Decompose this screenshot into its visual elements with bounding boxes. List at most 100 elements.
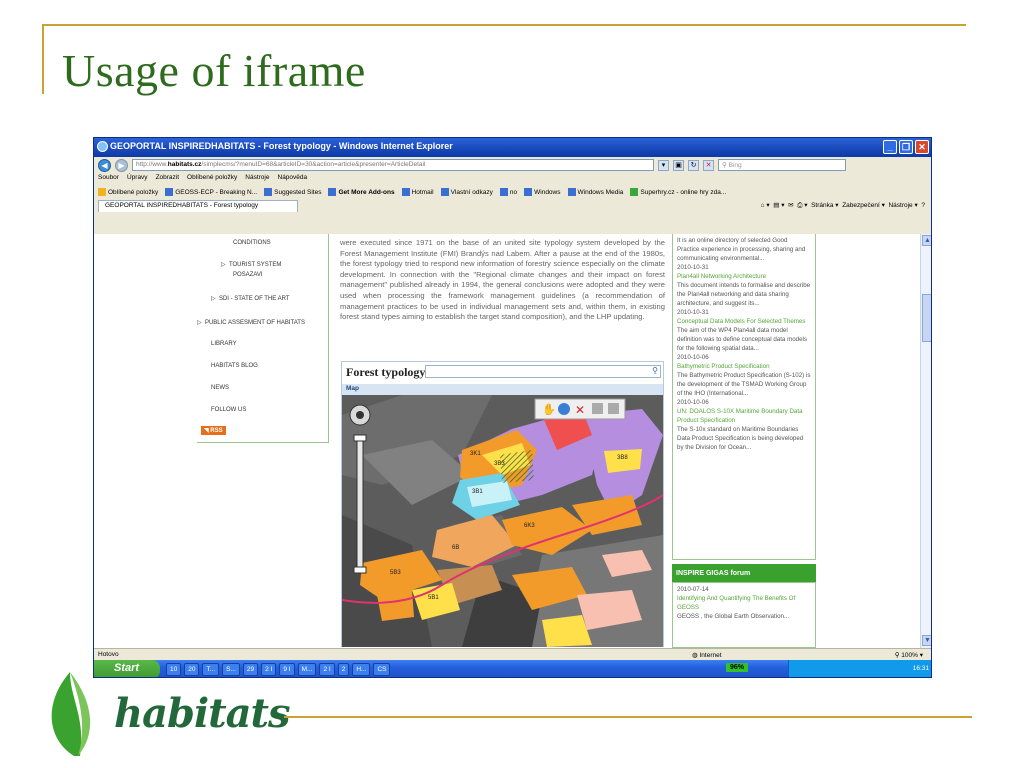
- map-search-input[interactable]: ⚲: [425, 365, 661, 378]
- command-tools[interactable]: Nástroje: [888, 202, 912, 209]
- nav-item[interactable]: ▷ TOURIST SYSTEM: [221, 261, 281, 268]
- news-text: This document intends to formalise and d…: [677, 282, 811, 307]
- search-icon: ⚲: [722, 162, 729, 169]
- page-viewport: CONDITIONS ▷ TOURIST SYSTEM POSAZAVI ▷ S…: [94, 234, 931, 648]
- rss-button[interactable]: ◥ RSS: [201, 426, 226, 435]
- map-polygon-label: 5B3: [390, 570, 401, 576]
- scroll-thumb[interactable]: [922, 294, 931, 342]
- search-input[interactable]: ⚲ Bing: [718, 159, 846, 171]
- scroll-up-icon[interactable]: ▲: [922, 235, 931, 246]
- map-label: Map: [342, 384, 663, 395]
- maximize-button[interactable]: ❐: [899, 140, 913, 154]
- taskbar-button[interactable]: H...: [352, 663, 371, 676]
- map-polygon-label: 3B3: [494, 461, 505, 467]
- taskbar-button[interactable]: 2: [337, 663, 350, 676]
- forum-header: INSPIRE GIGAS forum: [672, 564, 816, 582]
- favorite-item[interactable]: Get More Add-ons: [328, 188, 395, 196]
- menu-bar: Soubor Úpravy Zobrazit Oblíbené položky …: [94, 173, 931, 185]
- game-icon: [630, 188, 639, 196]
- favorite-item[interactable]: no: [499, 188, 517, 196]
- favorite-item[interactable]: Hotmail: [401, 188, 434, 196]
- msn-icon: [440, 188, 449, 196]
- nav-item[interactable]: NEWS: [211, 385, 229, 391]
- slide-title: Usage of iframe: [62, 45, 366, 96]
- tab-active[interactable]: GEOPORTAL INSPIREDHABITATS - Forest typo…: [98, 200, 298, 212]
- dropdown-icon[interactable]: ▾: [658, 159, 669, 171]
- nav-item[interactable]: LIBRARY: [211, 341, 237, 347]
- news-title-link[interactable]: Plan4all Networking Architecture: [677, 272, 811, 281]
- left-rule: [42, 24, 44, 94]
- bottom-rule: [284, 716, 972, 718]
- print-icon[interactable]: ⎙ ▾: [797, 202, 807, 209]
- msn-icon: [401, 188, 410, 196]
- menu-item[interactable]: Nápověda: [278, 174, 308, 184]
- search-icon[interactable]: ⚲: [652, 366, 658, 375]
- minimize-button[interactable]: _: [883, 140, 897, 154]
- favorite-item[interactable]: Vlastní odkazy: [440, 188, 493, 196]
- star-icon: [98, 188, 106, 196]
- news-title-link[interactable]: UN: DOALOS S-10X Maritime Boundary Data …: [677, 407, 811, 425]
- taskbar-button[interactable]: M...: [297, 663, 317, 676]
- home-icon[interactable]: ⌂ ▾: [761, 202, 770, 209]
- zone-indicator: ◍ Internet: [692, 652, 722, 659]
- favorite-item[interactable]: Superhry.cz - online hry zda...: [630, 188, 726, 196]
- top-rule: [42, 24, 966, 26]
- msn-icon: [524, 188, 533, 196]
- map-polygon-label: 3K1: [470, 451, 481, 457]
- nav-item[interactable]: ▷ SDI - STATE OF THE ART: [211, 295, 290, 302]
- nav-item[interactable]: CONDITIONS: [233, 240, 271, 246]
- map-widget: Forest typology ⚲ Map ✋ ✕ 3K1 3B3 3B8 3B…: [341, 361, 664, 647]
- news-box: It is an online directory of selected Go…: [672, 234, 816, 560]
- back-button[interactable]: ◀: [98, 158, 111, 172]
- menu-item[interactable]: Úpravy: [127, 174, 148, 184]
- feeds-icon[interactable]: ▤ ▾: [773, 202, 784, 209]
- system-tray: 16:31: [788, 660, 931, 677]
- nav-item[interactable]: ▷ PUBLIC ASSESMENT OF HABITATS: [197, 319, 305, 326]
- favorite-item[interactable]: Suggested Sites: [264, 188, 321, 196]
- forum-title-link[interactable]: Identifying And Quantifying The Benefits…: [677, 594, 811, 612]
- msn-icon: [567, 188, 576, 196]
- news-title-link[interactable]: Bathymetric Product Specification: [677, 362, 811, 371]
- vertical-scrollbar[interactable]: ▲ ▼: [920, 234, 931, 648]
- news-date: 2010-10-31: [677, 309, 709, 316]
- news-title-link[interactable]: Conceptual Data Models For Selected Them…: [677, 317, 811, 326]
- taskbar-button[interactable]: 9 I: [279, 663, 295, 676]
- menu-item[interactable]: Oblíbené položky: [187, 174, 237, 184]
- taskbar-button[interactable]: CS: [373, 663, 391, 676]
- refresh-icon[interactable]: ↻: [688, 159, 699, 171]
- map-polygon-label: 3B1: [472, 489, 483, 495]
- taskbar-button[interactable]: 2 I: [319, 663, 335, 676]
- window-title: GEOPORTAL INSPIREDHABITATS - Forest typo…: [110, 141, 453, 151]
- map-canvas[interactable]: ✋ ✕ 3K1 3B3 3B8 3B1 6K3 6B 5B3 5B1: [341, 395, 664, 647]
- favorite-item[interactable]: Windows Media: [567, 188, 623, 196]
- svg-text:✋: ✋: [542, 403, 556, 416]
- menu-item[interactable]: Nástroje: [245, 174, 269, 184]
- news-column: It is an online directory of selected Go…: [672, 234, 816, 648]
- favorites-bar: Oblíbené položky GEOSS-ECP - Breaking N.…: [94, 185, 931, 199]
- compat-icon[interactable]: ▣: [673, 159, 684, 171]
- leaf-icon: [51, 672, 91, 756]
- nav-item[interactable]: HABITATS BLOG: [211, 363, 258, 369]
- command-page[interactable]: Stránka: [811, 202, 833, 209]
- nav-item[interactable]: FOLLOW US: [211, 407, 246, 413]
- close-button[interactable]: ✕: [915, 140, 929, 154]
- favorite-item[interactable]: GEOSS-ECP - Breaking N...: [165, 188, 257, 196]
- command-security[interactable]: Zabezpečení: [842, 202, 880, 209]
- address-input[interactable]: http://www.habitats.cz/simplecms/?menuID…: [132, 159, 654, 171]
- menu-item[interactable]: Zobrazit: [156, 174, 179, 184]
- zoom-control[interactable]: ⚲ 100% ▾: [895, 651, 923, 659]
- news-date: 2010-10-06: [677, 399, 709, 406]
- mail-icon[interactable]: ✉: [788, 202, 793, 209]
- favorite-item[interactable]: Windows: [524, 188, 561, 196]
- article-text: were executed since 1971 on the base of …: [340, 238, 665, 322]
- stop-icon[interactable]: ✕: [703, 159, 714, 171]
- forward-button[interactable]: ▶: [115, 158, 128, 172]
- map-polygon-label: 6K3: [524, 523, 535, 529]
- nav-item[interactable]: POSAZAVI: [233, 272, 263, 278]
- forum-date: 2010-07-14: [677, 586, 709, 593]
- help-icon[interactable]: ?: [921, 202, 925, 209]
- scroll-down-icon[interactable]: ▼: [922, 635, 931, 646]
- favorite-item[interactable]: Oblíbené položky: [98, 188, 158, 196]
- logo-text: habitats: [114, 690, 291, 737]
- menu-item[interactable]: Soubor: [98, 174, 119, 184]
